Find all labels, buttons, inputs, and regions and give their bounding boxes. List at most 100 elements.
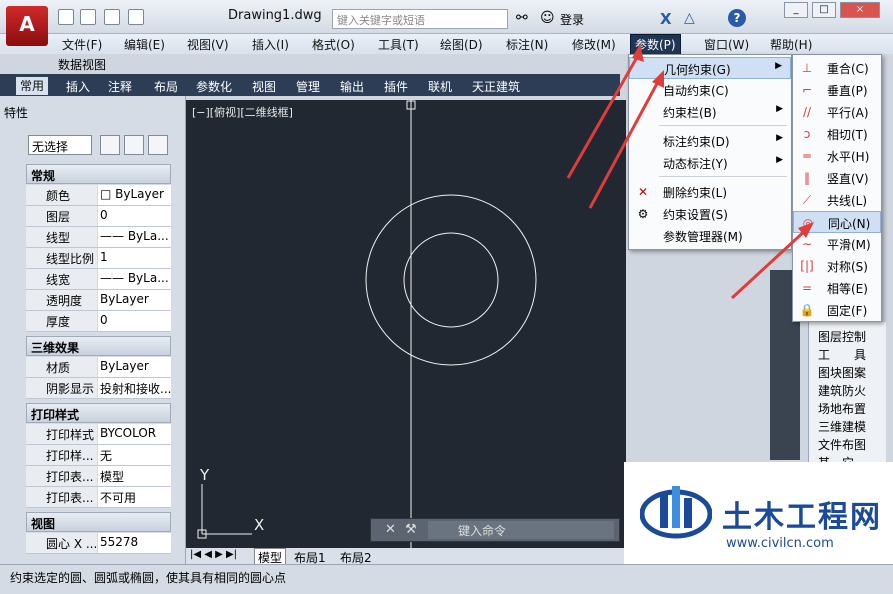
menu-view[interactable]: 视图(V) <box>183 35 233 54</box>
section-view[interactable]: 视图 <box>26 512 171 532</box>
section-general[interactable]: 常规 <box>26 164 171 184</box>
menu-data-view[interactable]: 数据视图 <box>58 56 106 73</box>
prop-value[interactable]: ByLayer <box>98 357 171 377</box>
prop-value[interactable]: 投射和接收... <box>98 378 171 398</box>
tool-item[interactable]: 建筑防火 <box>818 382 866 399</box>
menu-item-symmetric[interactable]: [|] 对称(S) <box>793 255 881 277</box>
prop-value[interactable]: □ ByLayer <box>98 185 171 205</box>
menu-item-param-manager[interactable]: 参数管理器(M) <box>629 225 791 247</box>
prop-value[interactable]: —— ByLa... <box>98 269 171 289</box>
tab-tangent[interactable]: 天正建筑 <box>472 78 520 95</box>
save-as-icon[interactable] <box>128 9 144 25</box>
menu-draw[interactable]: 绘图(D) <box>436 35 487 54</box>
prop-value[interactable]: 模型 <box>98 466 171 486</box>
prop-value[interactable]: 0 <box>98 206 171 226</box>
save-icon[interactable] <box>104 9 120 25</box>
tool-item[interactable]: 工 具 <box>818 346 866 363</box>
menu-parametric[interactable]: 参数(P) <box>630 34 681 55</box>
search-input[interactable]: 键入关键字或短语 <box>332 9 508 29</box>
toggle-pickadd-icon[interactable] <box>100 135 120 155</box>
menu-format[interactable]: 格式(O) <box>308 35 359 54</box>
section-3d-effects[interactable]: 三维效果 <box>26 336 171 356</box>
a360-icon[interactable]: △ <box>684 10 695 26</box>
menu-item-parallel[interactable]: // 平行(A) <box>793 101 881 123</box>
prop-value[interactable]: —— ByLa... <box>98 227 171 247</box>
menu-item-collinear[interactable]: ⟋ 共线(L) <box>793 189 881 211</box>
menu-item-constraint-bar[interactable]: 约束栏(B) ▶ <box>629 101 791 123</box>
menu-item-label: 标注约束(D) <box>663 135 730 149</box>
tool-item[interactable]: 三维建模 <box>818 418 866 435</box>
menu-item-constraint-settings[interactable]: ⚙ 约束设置(S) <box>629 203 791 225</box>
menu-item-coincident[interactable]: ⊥ 重合(C) <box>793 57 881 79</box>
menu-item-fix[interactable]: 🔒 固定(F) <box>793 299 881 321</box>
prop-value[interactable]: BYCOLOR <box>98 424 171 444</box>
close-cmd-icon[interactable]: ✕ <box>385 522 396 537</box>
menu-item-label: 自动约束(C) <box>663 84 729 98</box>
menu-item-delete-constraint[interactable]: ✕ 删除约束(L) <box>629 181 791 203</box>
menu-tools[interactable]: 工具(T) <box>374 35 423 54</box>
menu-modify[interactable]: 修改(M) <box>568 35 620 54</box>
command-input[interactable]: 键入命令 <box>428 521 614 539</box>
menu-item-tangent[interactable]: ↄ 相切(T) <box>793 123 881 145</box>
tab-online[interactable]: 联机 <box>428 78 452 95</box>
tool-item[interactable]: 图层控制 <box>818 328 866 345</box>
tab-annotate[interactable]: 注释 <box>108 78 132 95</box>
prop-value[interactable]: 无 <box>98 445 171 465</box>
menu-file[interactable]: 文件(F) <box>58 35 106 54</box>
prop-value[interactable]: 1 <box>98 248 171 268</box>
tab-view[interactable]: 视图 <box>252 78 276 95</box>
restore-button[interactable]: □ <box>812 2 836 18</box>
tool-item[interactable]: 场地布置 <box>818 400 866 417</box>
tab-home[interactable]: 常用 <box>16 77 49 95</box>
menu-edit[interactable]: 编辑(E) <box>120 35 169 54</box>
menu-item-equal[interactable]: = 相等(E) <box>793 277 881 299</box>
menu-separator <box>659 125 787 126</box>
wrench-icon[interactable]: ⚒ <box>405 522 417 537</box>
tab-parametric[interactable]: 参数化 <box>196 78 232 95</box>
tab-manage[interactable]: 管理 <box>296 78 320 95</box>
quick-select-icon[interactable] <box>148 135 168 155</box>
menu-help[interactable]: 帮助(H) <box>766 35 816 54</box>
select-objects-icon[interactable] <box>124 135 144 155</box>
selection-dropdown[interactable]: 无选择 <box>28 135 92 155</box>
menu-window[interactable]: 窗口(W) <box>700 35 753 54</box>
exchange-icon[interactable]: X <box>660 10 672 28</box>
tab-output[interactable]: 输出 <box>340 78 364 95</box>
menu-dimension[interactable]: 标注(N) <box>502 35 552 54</box>
close-button[interactable]: × <box>840 2 880 18</box>
section-plot-style[interactable]: 打印样式 <box>26 403 171 423</box>
tab-layout[interactable]: 布局 <box>154 78 178 95</box>
menu-item-smooth[interactable]: ∼ 平滑(M) <box>793 233 881 255</box>
prop-value[interactable]: 不可用 <box>98 487 171 507</box>
minimize-button[interactable]: _ <box>784 2 808 18</box>
help-icon[interactable]: ? <box>728 9 746 27</box>
prop-value[interactable]: ByLayer <box>98 290 171 310</box>
tool-item[interactable]: 图块图案 <box>818 364 866 381</box>
new-file-icon[interactable] <box>58 9 74 25</box>
symmetric-icon: [|] <box>800 259 814 273</box>
menu-item-geometric[interactable]: 几何约束(G) ▶ <box>629 57 791 79</box>
login-link[interactable]: 登录 <box>560 11 584 28</box>
binoculars-icon[interactable]: ⚯ <box>516 10 528 26</box>
prop-value[interactable]: 0 <box>98 311 171 331</box>
layout-nav-arrows[interactable]: |◀ ◀ ▶ ▶| <box>190 549 237 560</box>
menu-item-auto-constrain[interactable]: 自动约束(C) <box>629 79 791 101</box>
menu-item-dim-constraint[interactable]: 标注约束(D) ▶ <box>629 130 791 152</box>
tab-insert[interactable]: 插入 <box>66 78 90 95</box>
civilcn-logo <box>640 486 712 539</box>
application-menu-button[interactable]: A <box>6 6 48 46</box>
menu-item-concentric[interactable]: ◎ 同心(N) <box>793 211 881 233</box>
menu-item-vertical[interactable]: ‖ 竖直(V) <box>793 167 881 189</box>
tool-item[interactable]: 文件布图 <box>818 436 866 453</box>
perpendicular-icon: ⌐ <box>801 83 813 97</box>
open-file-icon[interactable] <box>80 9 96 25</box>
equal-icon: = <box>801 281 813 295</box>
menu-insert[interactable]: 插入(I) <box>248 35 293 54</box>
menu-item-dynamic-dim[interactable]: 动态标注(Y) ▶ <box>629 152 791 174</box>
menu-item-perpendicular[interactable]: ⌐ 垂直(P) <box>793 79 881 101</box>
menu-item-horizontal[interactable]: ═ 水平(H) <box>793 145 881 167</box>
prop-value[interactable]: 55278 <box>98 533 171 553</box>
tab-plugins[interactable]: 插件 <box>384 78 408 95</box>
viewport-label[interactable]: [−][俯视][二维线框] <box>192 104 293 120</box>
horizontal-icon: ═ <box>803 149 811 163</box>
